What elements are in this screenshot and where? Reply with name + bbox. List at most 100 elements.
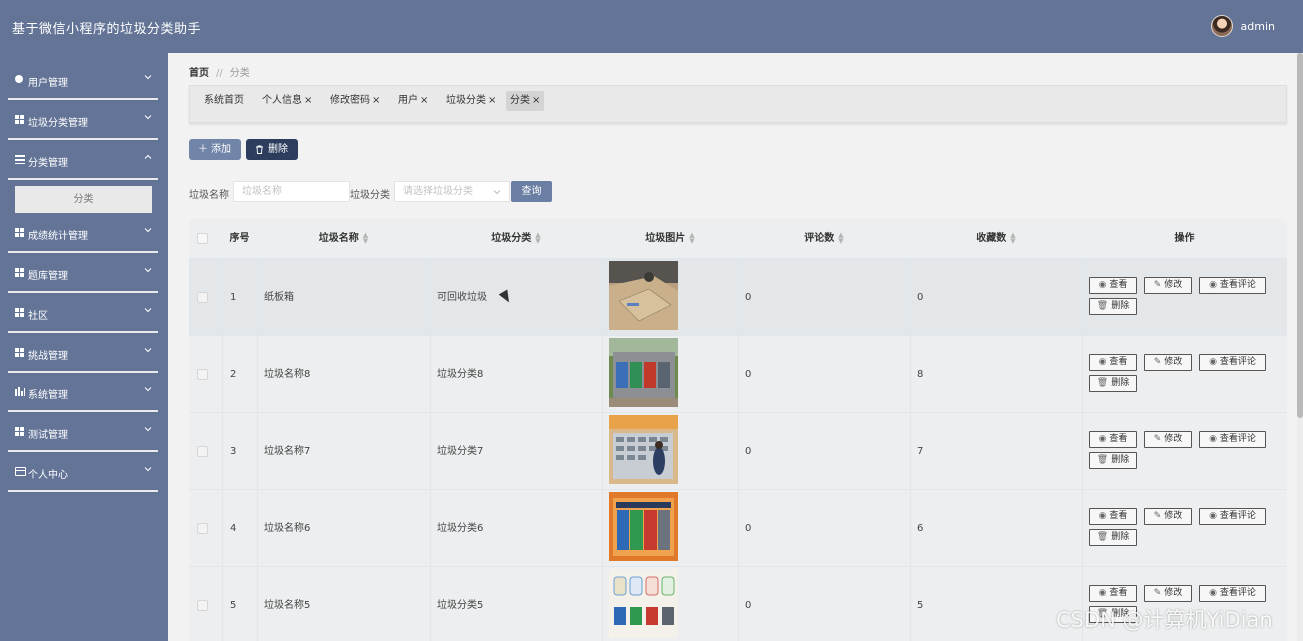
- breadcrumb-home[interactable]: 首页: [189, 68, 209, 79]
- tab-category[interactable]: 分类 ×: [506, 91, 545, 111]
- row-checkbox[interactable]: [197, 292, 208, 303]
- eye-icon: ◉: [1209, 357, 1217, 367]
- chevron-down-icon: [144, 387, 152, 392]
- view-label: 查看: [1109, 588, 1128, 598]
- close-icon[interactable]: ×: [488, 95, 496, 106]
- sidebar-item-user-management[interactable]: 用户管理: [0, 60, 168, 100]
- sidebar-item-test-management[interactable]: 测试管理: [0, 412, 168, 452]
- colored-bins-image[interactable]: [609, 492, 678, 561]
- search-name-input[interactable]: 垃圾名称: [233, 181, 350, 202]
- row-delete-button[interactable]: 🗑 删除: [1089, 452, 1137, 469]
- edit-button[interactable]: ✎ 修改: [1144, 277, 1192, 294]
- column-header-index: 序号: [222, 219, 257, 259]
- delete-button[interactable]: 删除: [246, 139, 298, 160]
- view-button[interactable]: ◉ 查看: [1089, 508, 1137, 525]
- sort-icon[interactable]: ▲ ▼: [363, 232, 368, 245]
- close-icon[interactable]: ×: [372, 95, 380, 106]
- sidebar-item-challenge-management[interactable]: 挑战管理: [0, 333, 168, 373]
- pin-icon: [15, 75, 25, 85]
- card-icon: [15, 467, 26, 477]
- sidebar-item-community[interactable]: 社区: [0, 293, 168, 333]
- row-checkbox[interactable]: [197, 369, 208, 380]
- row-delete-button[interactable]: 🗑 删除: [1089, 529, 1137, 546]
- view-comments-button[interactable]: ◉ 查看评论: [1199, 277, 1266, 294]
- tab-personal-info[interactable]: 个人信息 ×: [258, 91, 316, 111]
- add-button[interactable]: ＋ 添加: [189, 139, 241, 160]
- trash-icon: 🗑: [1096, 301, 1109, 311]
- column-header-name[interactable]: 垃圾名称 ▲ ▼: [257, 219, 430, 259]
- sort-icon[interactable]: ▲ ▼: [1010, 232, 1015, 245]
- view-button[interactable]: ◉ 查看: [1089, 431, 1137, 448]
- view-comments-button[interactable]: ◉ 查看评论: [1199, 354, 1266, 371]
- sidebar-item-category-management[interactable]: 分类管理: [0, 140, 168, 180]
- tab-users[interactable]: 用户 ×: [394, 91, 432, 111]
- chevron-up-icon: [144, 154, 152, 159]
- column-header-comments[interactable]: 评论数 ▲ ▼: [738, 219, 910, 259]
- close-icon[interactable]: ×: [532, 95, 540, 106]
- edit-label: 修改: [1164, 434, 1183, 444]
- sidebar-item-garbage-classification[interactable]: 垃圾分类管理: [0, 100, 168, 140]
- edit-label: 修改: [1164, 357, 1183, 367]
- sidebar-item-score-statistics[interactable]: 成绩统计管理: [0, 213, 168, 253]
- eye-icon: ◉: [1209, 434, 1217, 444]
- search-category-select[interactable]: 请选择垃圾分类: [394, 181, 510, 202]
- column-header-category[interactable]: 垃圾分类 ▲ ▼: [430, 219, 602, 259]
- column-header-image[interactable]: 垃圾图片 ▲ ▼: [602, 219, 738, 259]
- sidebar-item-question-bank[interactable]: 题库管理: [0, 253, 168, 293]
- view-label: 查看: [1109, 434, 1128, 444]
- sort-icon[interactable]: ▲ ▼: [689, 232, 694, 245]
- avatar[interactable]: [1210, 15, 1233, 37]
- username[interactable]: admin: [1241, 20, 1275, 33]
- sidebar-item-system-management[interactable]: 系统管理: [0, 372, 168, 412]
- sort-icon[interactable]: ▲ ▼: [535, 232, 540, 245]
- view-button[interactable]: ◉ 查看: [1089, 277, 1137, 294]
- search-name-label: 垃圾名称: [189, 190, 229, 201]
- sidebar-subitem-category[interactable]: 分类: [15, 186, 152, 213]
- query-button[interactable]: 查询: [511, 181, 552, 202]
- trash-icon: 🗑: [1096, 532, 1109, 542]
- close-icon[interactable]: ×: [420, 95, 428, 106]
- tab-change-password[interactable]: 修改密码 ×: [326, 91, 384, 111]
- edit-icon: ✎: [1153, 588, 1162, 598]
- view-button[interactable]: ◉ 查看: [1089, 585, 1137, 602]
- edit-button[interactable]: ✎ 修改: [1144, 508, 1192, 525]
- chevron-down-icon: [144, 348, 152, 353]
- view-button[interactable]: ◉ 查看: [1089, 354, 1137, 371]
- cell-name: 纸板箱: [264, 292, 294, 303]
- tab-garbage-classification[interactable]: 垃圾分类 ×: [442, 91, 500, 111]
- sort-icon[interactable]: ▲ ▼: [838, 232, 843, 245]
- row-checkbox[interactable]: [197, 523, 208, 534]
- tab-label: 系统首页: [204, 95, 244, 106]
- view-comments-button[interactable]: ◉ 查看评论: [1199, 431, 1266, 448]
- sorting-wall-image[interactable]: [609, 415, 678, 484]
- cardboard-box-image[interactable]: [609, 261, 678, 330]
- cell-category: 垃圾分类6: [437, 523, 484, 534]
- scrollbar-thumb[interactable]: [1297, 53, 1303, 418]
- edit-button[interactable]: ✎ 修改: [1144, 354, 1192, 371]
- tab-system-home[interactable]: 系统首页: [200, 91, 248, 111]
- cell-comments: 0: [745, 292, 752, 303]
- row-delete-button[interactable]: 🗑 删除: [1089, 298, 1137, 315]
- bin-icons-poster-image[interactable]: [609, 569, 678, 638]
- placeholder: 垃圾名称: [242, 186, 282, 197]
- edit-button[interactable]: ✎ 修改: [1144, 585, 1192, 602]
- view-comments-button[interactable]: ◉ 查看评论: [1199, 508, 1266, 525]
- close-icon[interactable]: ×: [304, 95, 312, 106]
- edit-button[interactable]: ✎ 修改: [1144, 431, 1192, 448]
- cell-category: 可回收垃圾: [437, 292, 487, 303]
- column-header-favorites[interactable]: 收藏数 ▲ ▼: [910, 219, 1082, 259]
- app-title: 基于微信小程序的垃圾分类助手: [12, 22, 202, 37]
- select-all-checkbox[interactable]: [197, 233, 208, 244]
- view-comments-button[interactable]: ◉ 查看评论: [1199, 585, 1266, 602]
- cell-comments: 0: [745, 523, 752, 534]
- sorting-bins-image[interactable]: [609, 338, 678, 407]
- view-comments-label: 查看评论: [1219, 434, 1256, 444]
- chevron-down-icon: [493, 190, 501, 195]
- user-menu[interactable]: admin: [1210, 15, 1275, 37]
- grid-icon: [15, 228, 25, 238]
- vertical-scrollbar[interactable]: [1297, 53, 1303, 641]
- row-delete-button[interactable]: 🗑 删除: [1089, 375, 1137, 392]
- row-checkbox[interactable]: [197, 446, 208, 457]
- sidebar-item-personal-center[interactable]: 个人中心: [0, 452, 168, 492]
- row-checkbox[interactable]: [197, 600, 208, 611]
